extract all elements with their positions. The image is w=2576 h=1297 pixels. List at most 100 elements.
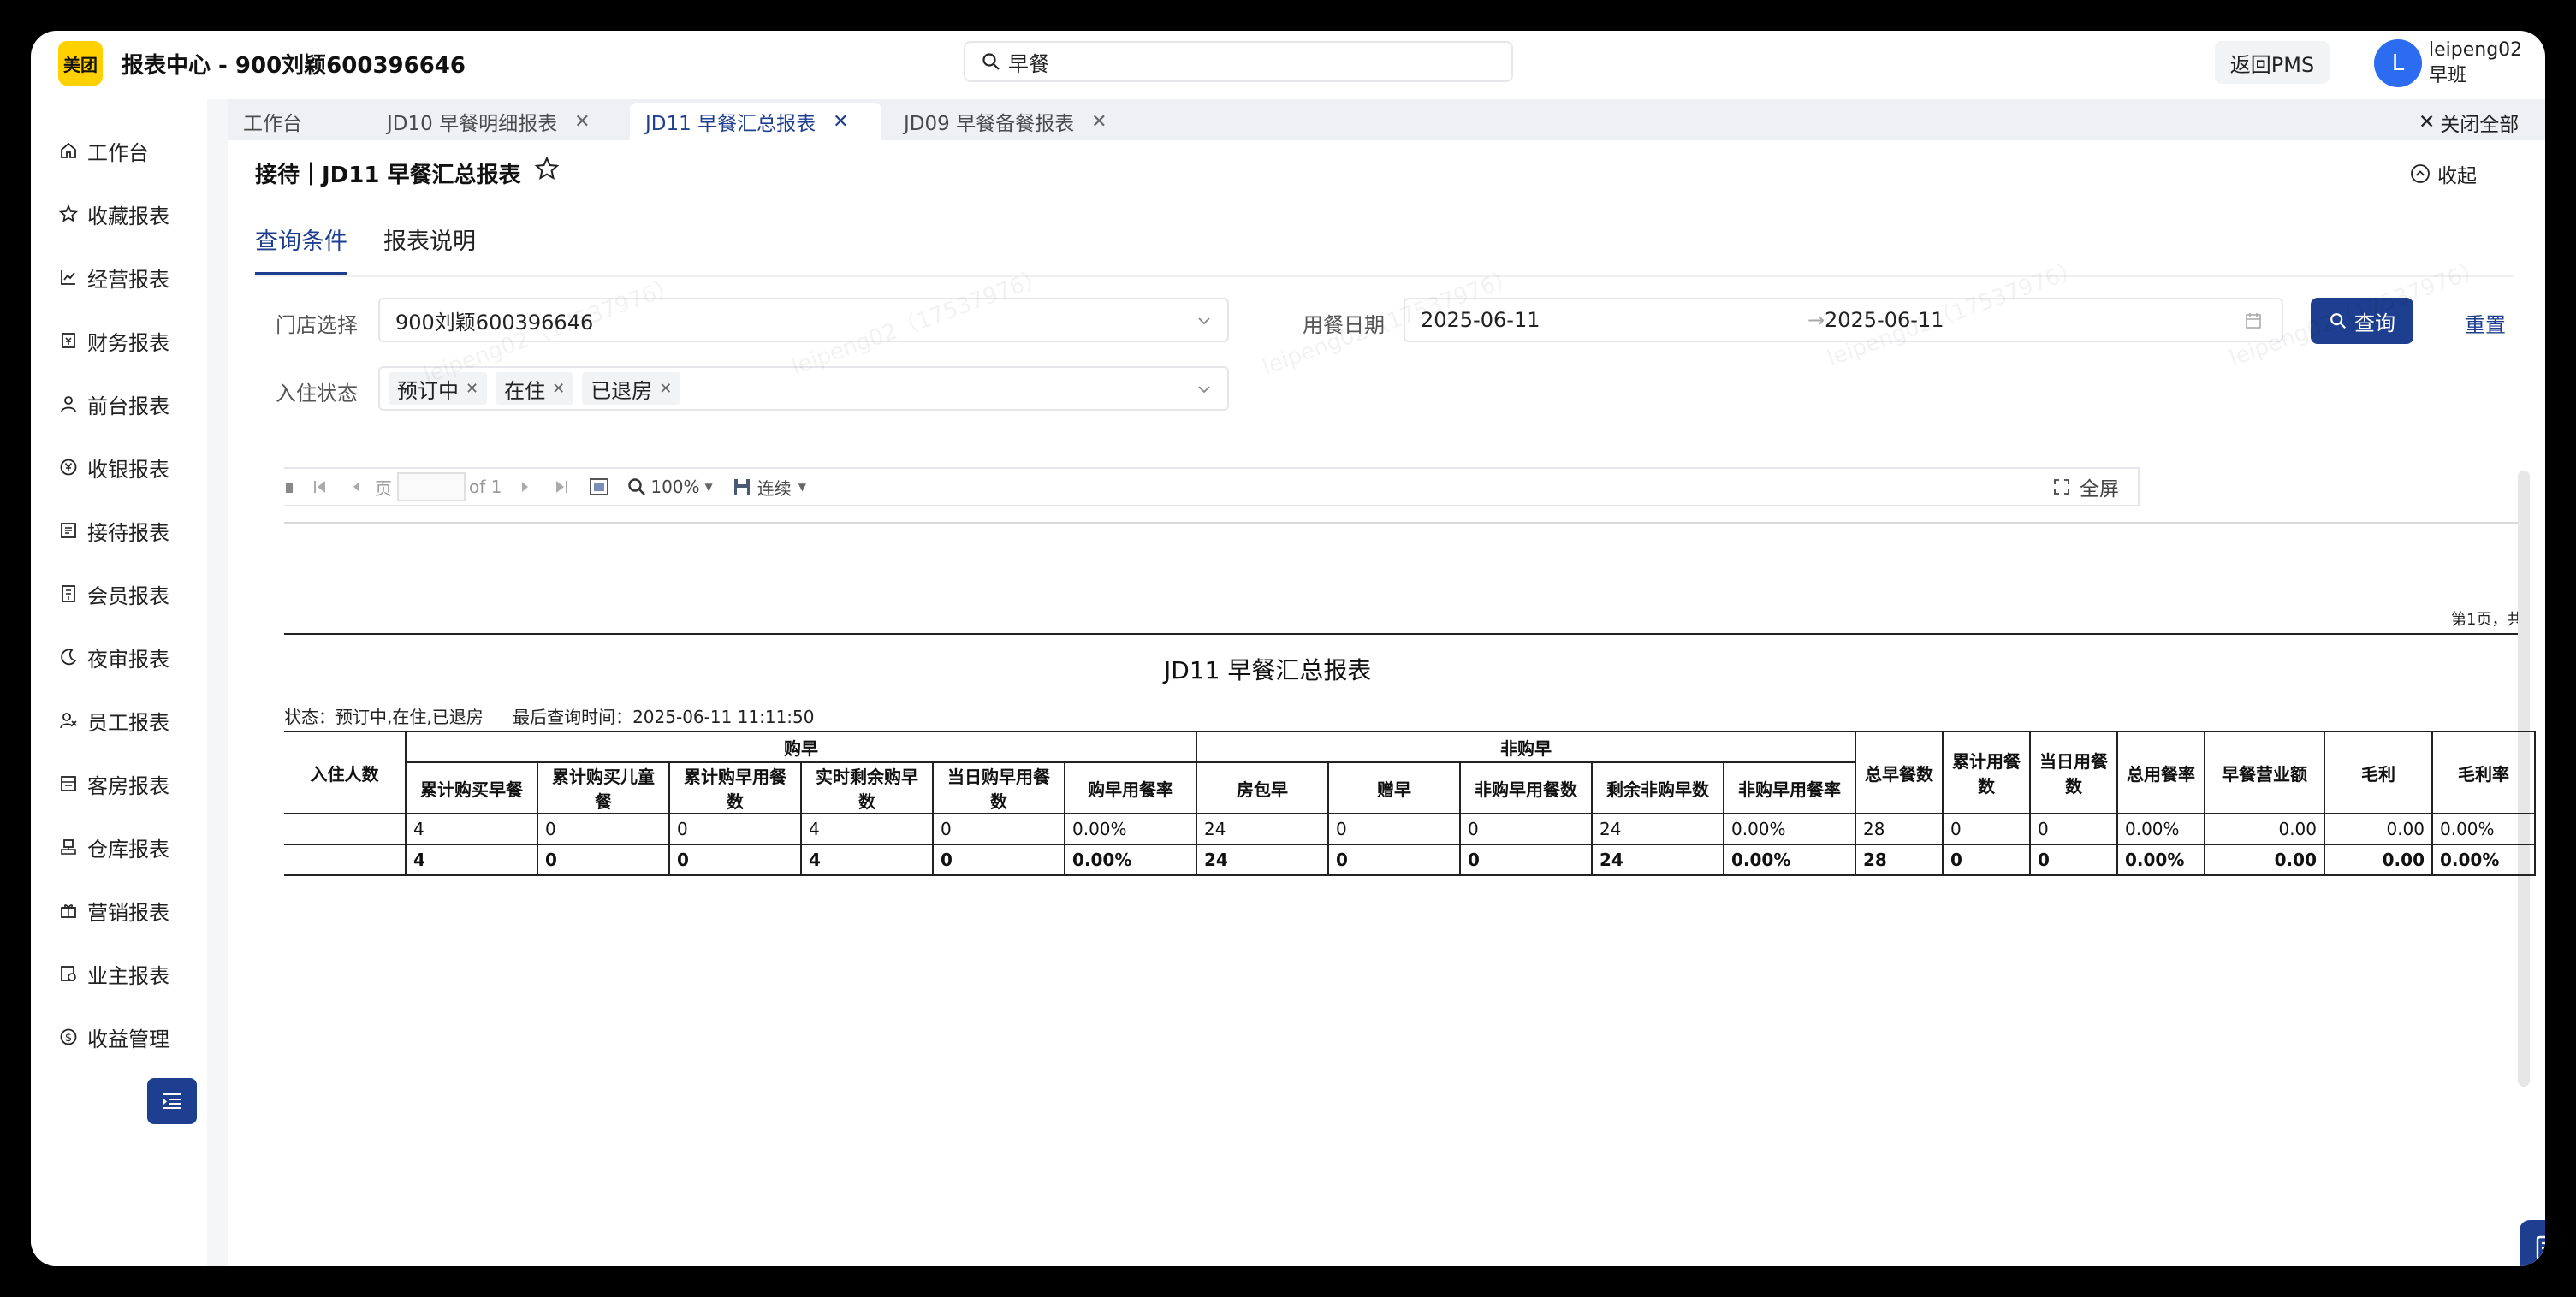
table-header: 入住人数 bbox=[284, 731, 407, 814]
sidebar-item-finance[interactable]: 财务报表 bbox=[58, 323, 169, 358]
warehouse-icon bbox=[58, 837, 79, 857]
meituan-logo: 美团 bbox=[58, 41, 103, 86]
next-page-icon[interactable] bbox=[517, 478, 534, 495]
close-icon[interactable]: ✕ bbox=[833, 111, 848, 133]
caret-down-icon[interactable]: ▼ bbox=[705, 481, 713, 493]
fullscreen-icon[interactable] bbox=[2052, 477, 2071, 496]
tab-report-description[interactable]: 报表说明 bbox=[383, 222, 476, 256]
moon-icon bbox=[58, 647, 79, 667]
table-header: 非购早用餐率 bbox=[1723, 761, 1856, 814]
staff-icon bbox=[58, 710, 79, 731]
edit-note-icon bbox=[2536, 1235, 2545, 1261]
chart-line-icon bbox=[58, 267, 79, 287]
gift-icon bbox=[58, 900, 79, 921]
view-mode[interactable]: 连续 bbox=[757, 475, 792, 500]
sidebar-item-housekeeping[interactable]: 客房报表 bbox=[58, 767, 169, 801]
close-icon[interactable]: ✕ bbox=[552, 380, 565, 398]
table-total-row: 4 0 0 4 0 0.00% 24 0 0 24 0.00% 28 0 0 0… bbox=[284, 844, 2536, 876]
table-header: 毛利率 bbox=[2431, 731, 2536, 814]
status-tag[interactable]: 已退房 ✕ bbox=[582, 372, 681, 405]
page-info: 第1页，共 bbox=[2451, 611, 2523, 629]
table-header: 毛利 bbox=[2324, 731, 2433, 814]
sidebar-item-workbench[interactable]: 工作台 bbox=[58, 133, 149, 168]
user-shift: 早班 bbox=[2429, 65, 2467, 86]
user-info[interactable]: leipeng02 早班 bbox=[2429, 38, 2522, 89]
table-header: 购早用餐率 bbox=[1064, 761, 1197, 814]
menu-fold-icon bbox=[163, 1093, 181, 1109]
sidebar-item-night-audit[interactable]: 夜审报表 bbox=[58, 640, 169, 674]
tab-jd09[interactable]: JD09 早餐备餐报表 ✕ bbox=[888, 103, 1145, 140]
status-tag[interactable]: 在住 ✕ bbox=[496, 372, 574, 405]
table-header-group: 非购早 bbox=[1196, 731, 1856, 763]
user-name: leipeng02 bbox=[2429, 39, 2523, 61]
close-all-button[interactable]: ✕ 关闭全部 bbox=[2419, 108, 2519, 137]
page-title: 接待｜JD11 早餐汇总报表 bbox=[255, 163, 521, 188]
caret-down-icon[interactable]: ▼ bbox=[798, 481, 806, 493]
close-icon: ✕ bbox=[2419, 111, 2436, 133]
tab-jd10[interactable]: JD10 早餐明细报表 ✕ bbox=[371, 103, 630, 140]
member-icon bbox=[58, 583, 79, 604]
chevron-down-icon bbox=[1198, 317, 1210, 325]
table-header: 累计购买早餐 bbox=[405, 761, 538, 814]
prev-page-icon[interactable] bbox=[347, 478, 365, 495]
close-icon[interactable]: ✕ bbox=[574, 111, 590, 133]
tab-divider bbox=[255, 275, 2514, 277]
sidebar-item-cashier[interactable]: 收银报表 bbox=[58, 450, 169, 484]
favorite-star-icon[interactable] bbox=[534, 156, 560, 181]
reset-button[interactable]: 重置 bbox=[2465, 308, 2506, 338]
fullscreen-button[interactable]: 全屏 bbox=[2080, 472, 2119, 501]
table-header-group: 购早 bbox=[405, 731, 1197, 763]
last-page-icon[interactable] bbox=[553, 478, 570, 495]
sidebar-item-operations[interactable]: 经营报表 bbox=[58, 260, 169, 294]
back-pms-button[interactable]: 返回PMS bbox=[2215, 41, 2330, 84]
close-icon[interactable]: ✕ bbox=[466, 380, 478, 398]
yen-icon bbox=[58, 457, 79, 477]
table-header: 早餐营业额 bbox=[2204, 731, 2325, 814]
hand-icon[interactable] bbox=[284, 477, 294, 496]
sidebar-item-reception[interactable]: 接待报表 bbox=[58, 513, 169, 548]
sidebar-collapse-button[interactable] bbox=[147, 1078, 197, 1124]
page-number-input[interactable] bbox=[397, 472, 466, 501]
user-icon bbox=[58, 394, 79, 414]
report-title: JD11 早餐汇总报表 bbox=[1164, 656, 1372, 684]
table-header: 剩余非购早数 bbox=[1591, 761, 1724, 814]
svg-text:$: $ bbox=[65, 1032, 72, 1045]
app-title: 报表中心 - 900刘颖600396646 bbox=[122, 53, 466, 79]
search-input[interactable]: 早餐 bbox=[964, 41, 1513, 82]
star-icon bbox=[58, 204, 79, 224]
feedback-button[interactable] bbox=[2520, 1220, 2545, 1266]
zoom-icon[interactable] bbox=[626, 477, 647, 497]
first-page-icon[interactable] bbox=[312, 478, 329, 495]
table-header: 累计购买儿童餐 bbox=[537, 761, 670, 814]
search-value: 早餐 bbox=[1008, 51, 1049, 76]
zoom-level[interactable]: 100% bbox=[650, 477, 699, 497]
avatar[interactable]: L bbox=[2374, 39, 2422, 87]
app-window: 美团 报表中心 - 900刘颖600396646 早餐 返回PMS L leip… bbox=[31, 31, 2545, 1266]
sidebar-item-marketing[interactable]: 营销报表 bbox=[58, 893, 169, 927]
table-header: 累计用餐数 bbox=[1942, 731, 2031, 814]
sidebar-item-revenue[interactable]: $ 收益管理 bbox=[58, 1020, 169, 1054]
collapse-button[interactable]: 收起 bbox=[2410, 159, 2477, 188]
table-header: 赠早 bbox=[1327, 761, 1461, 814]
close-icon[interactable]: ✕ bbox=[1091, 111, 1107, 133]
page-view-icon[interactable] bbox=[589, 477, 609, 496]
sidebar-item-member[interactable]: 会员报表 bbox=[58, 577, 169, 611]
sidebar-item-warehouse[interactable]: 仓库报表 bbox=[58, 830, 169, 864]
tab-workbench[interactable]: 工作台 bbox=[228, 103, 371, 140]
sidebar-item-frontdesk[interactable]: 前台报表 bbox=[58, 387, 169, 421]
sidebar-item-staff[interactable]: 员工报表 bbox=[58, 703, 169, 737]
tab-query-conditions[interactable]: 查询条件 bbox=[255, 222, 347, 256]
home-icon bbox=[58, 140, 79, 161]
store-label: 门店选择 bbox=[276, 313, 358, 337]
save-icon[interactable] bbox=[732, 477, 752, 497]
calendar-icon bbox=[2246, 313, 2261, 329]
close-icon[interactable]: ✕ bbox=[659, 380, 672, 398]
tab-jd11[interactable]: JD11 早餐汇总报表 ✕ bbox=[630, 103, 881, 140]
table-header: 房包早 bbox=[1196, 761, 1329, 814]
sidebar-item-favorites[interactable]: 收藏报表 bbox=[58, 197, 169, 231]
room-icon bbox=[58, 773, 79, 794]
sidebar-item-owner[interactable]: 业主报表 bbox=[58, 956, 169, 991]
search-icon bbox=[982, 53, 1000, 70]
viewer-divider bbox=[284, 522, 2520, 524]
chevron-up-circle-icon bbox=[2411, 164, 2430, 183]
